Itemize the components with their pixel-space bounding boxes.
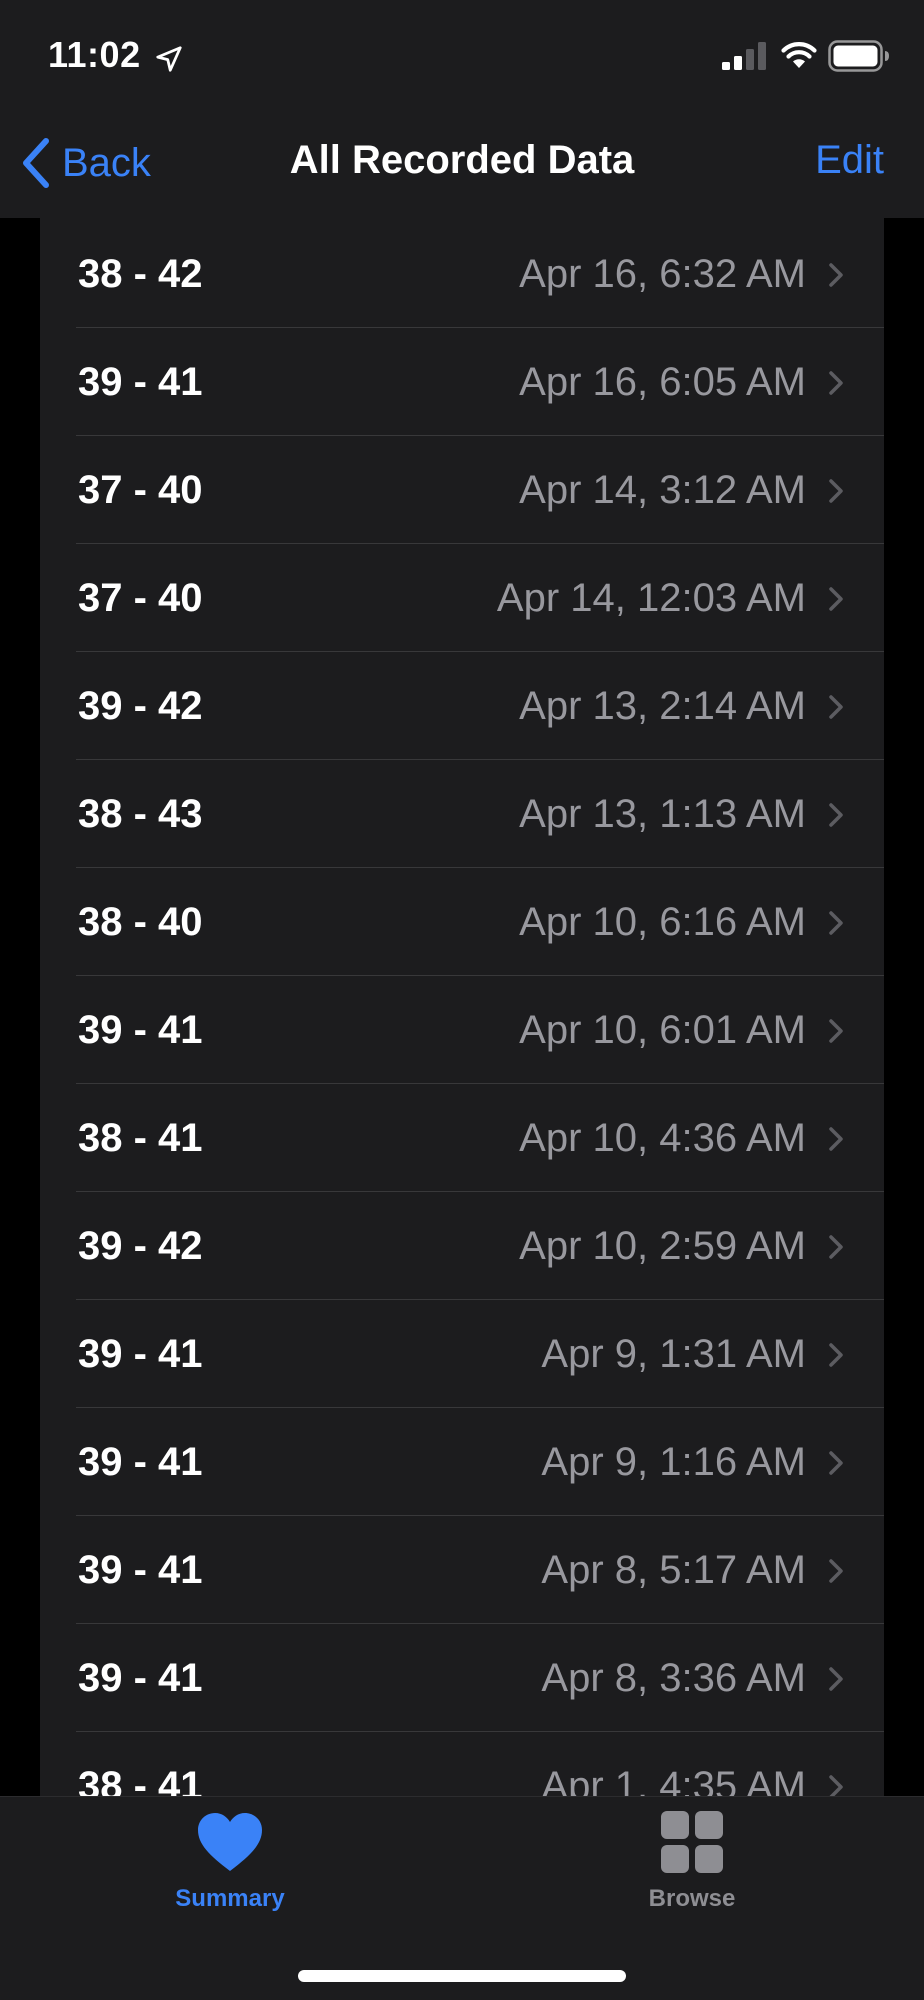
record-value: 39 - 42 bbox=[78, 684, 203, 728]
record-value: 37 - 40 bbox=[78, 468, 203, 512]
chevron-right-icon bbox=[829, 1451, 843, 1475]
chevron-right-icon bbox=[829, 911, 843, 935]
record-date: Apr 14, 12:03 AM bbox=[496, 576, 806, 620]
record-value: 39 - 41 bbox=[78, 1656, 203, 1700]
tab-summary-label: Summary bbox=[175, 1885, 285, 1912]
list-item[interactable]: 39 - 41 Apr 10, 6:01 AM bbox=[40, 976, 884, 1084]
chevron-right-icon bbox=[829, 1559, 843, 1583]
home-indicator bbox=[298, 1970, 626, 1982]
record-value: 38 - 40 bbox=[78, 900, 203, 944]
chevron-right-icon bbox=[829, 263, 843, 287]
record-date: Apr 16, 6:32 AM bbox=[519, 252, 806, 296]
record-date: Apr 16, 6:05 AM bbox=[519, 360, 806, 404]
list-item[interactable]: 39 - 42 Apr 10, 2:59 AM bbox=[40, 1192, 884, 1300]
record-value: 38 - 43 bbox=[78, 792, 203, 836]
chevron-right-icon bbox=[829, 1019, 843, 1043]
location-arrow-icon bbox=[156, 46, 182, 72]
record-date: Apr 10, 4:36 AM bbox=[519, 1116, 806, 1160]
status-time: 11:02 bbox=[48, 34, 141, 75]
chevron-right-icon bbox=[829, 1127, 843, 1151]
record-date: Apr 8, 5:17 AM bbox=[541, 1548, 806, 1592]
record-value: 38 - 41 bbox=[78, 1116, 203, 1160]
list-item[interactable]: 38 - 41 Apr 1, 4:35 AM bbox=[40, 1732, 884, 1796]
record-date: Apr 13, 2:14 AM bbox=[519, 684, 806, 728]
record-value: 37 - 40 bbox=[78, 576, 203, 620]
wifi-icon bbox=[781, 42, 817, 68]
list-item[interactable]: 39 - 41 Apr 16, 6:05 AM bbox=[40, 328, 884, 436]
record-value: 39 - 41 bbox=[78, 1440, 203, 1484]
cellular-signal-icon bbox=[722, 42, 766, 70]
heart-icon bbox=[198, 1813, 262, 1871]
list-item[interactable]: 38 - 40 Apr 10, 6:16 AM bbox=[40, 868, 884, 976]
records-list: 38 - 42 Apr 16, 6:32 AM 39 - 41 Apr 16, 6:0… bbox=[40, 218, 884, 1796]
record-date: Apr 10, 6:01 AM bbox=[519, 1008, 806, 1052]
record-value: 39 - 41 bbox=[78, 360, 203, 404]
record-date: Apr 1, 4:35 AM bbox=[541, 1764, 806, 1796]
chevron-right-icon bbox=[829, 695, 843, 719]
record-value: 39 - 42 bbox=[78, 1224, 203, 1268]
chevron-right-icon bbox=[829, 1667, 843, 1691]
record-value: 38 - 42 bbox=[78, 252, 203, 296]
list-item[interactable]: 38 - 41 Apr 10, 4:36 AM bbox=[40, 1084, 884, 1192]
record-value: 39 - 41 bbox=[78, 1332, 203, 1376]
record-value: 39 - 41 bbox=[78, 1008, 203, 1052]
list-item[interactable]: 39 - 41 Apr 8, 5:17 AM bbox=[40, 1516, 884, 1624]
list-item[interactable]: 38 - 42 Apr 16, 6:32 AM bbox=[40, 220, 884, 328]
record-date: Apr 9, 1:31 AM bbox=[541, 1332, 806, 1376]
list-item[interactable]: 37 - 40 Apr 14, 12:03 AM bbox=[40, 544, 884, 652]
record-date: Apr 10, 2:59 AM bbox=[519, 1224, 806, 1268]
list-item[interactable]: 39 - 42 Apr 13, 2:14 AM bbox=[40, 652, 884, 760]
record-date: Apr 13, 1:13 AM bbox=[519, 792, 806, 836]
record-date: Apr 9, 1:16 AM bbox=[541, 1440, 806, 1484]
record-date: Apr 8, 3:36 AM bbox=[541, 1656, 806, 1700]
list-item[interactable]: 38 - 43 Apr 13, 1:13 AM bbox=[40, 760, 884, 868]
list-item[interactable]: 39 - 41 Apr 9, 1:16 AM bbox=[40, 1408, 884, 1516]
tab-browse[interactable]: Browse bbox=[572, 1811, 812, 1931]
chevron-right-icon bbox=[829, 1775, 843, 1796]
navigation-bar: Back All Recorded Data Edit bbox=[0, 108, 924, 218]
battery-icon bbox=[828, 40, 889, 72]
back-button[interactable]: Back bbox=[18, 134, 151, 192]
chevron-left-icon bbox=[23, 138, 49, 188]
chevron-right-icon bbox=[829, 1343, 843, 1367]
record-date: Apr 14, 3:12 AM bbox=[519, 468, 806, 512]
list-item[interactable]: 39 - 41 Apr 8, 3:36 AM bbox=[40, 1624, 884, 1732]
back-label: Back bbox=[62, 140, 151, 185]
screen: 11:02 Back All Recorded Data Edit 38 - 4… bbox=[0, 0, 924, 2000]
tab-browse-label: Browse bbox=[648, 1885, 736, 1912]
chevron-right-icon bbox=[829, 587, 843, 611]
grid-icon bbox=[661, 1811, 723, 1873]
edit-button[interactable]: Edit bbox=[815, 138, 884, 183]
chevron-right-icon bbox=[829, 1235, 843, 1259]
chevron-right-icon bbox=[829, 371, 843, 395]
chevron-right-icon bbox=[829, 479, 843, 503]
list-item[interactable]: 39 - 41 Apr 9, 1:31 AM bbox=[40, 1300, 884, 1408]
record-value: 39 - 41 bbox=[78, 1548, 203, 1592]
records-list-area[interactable]: 38 - 42 Apr 16, 6:32 AM 39 - 41 Apr 16, 6:0… bbox=[0, 218, 924, 1796]
tab-summary[interactable]: Summary bbox=[110, 1811, 350, 1931]
record-date: Apr 10, 6:16 AM bbox=[519, 900, 806, 944]
chevron-right-icon bbox=[829, 803, 843, 827]
list-item[interactable]: 37 - 40 Apr 14, 3:12 AM bbox=[40, 436, 884, 544]
status-bar: 11:02 bbox=[0, 0, 924, 108]
record-value: 38 - 41 bbox=[78, 1764, 203, 1796]
